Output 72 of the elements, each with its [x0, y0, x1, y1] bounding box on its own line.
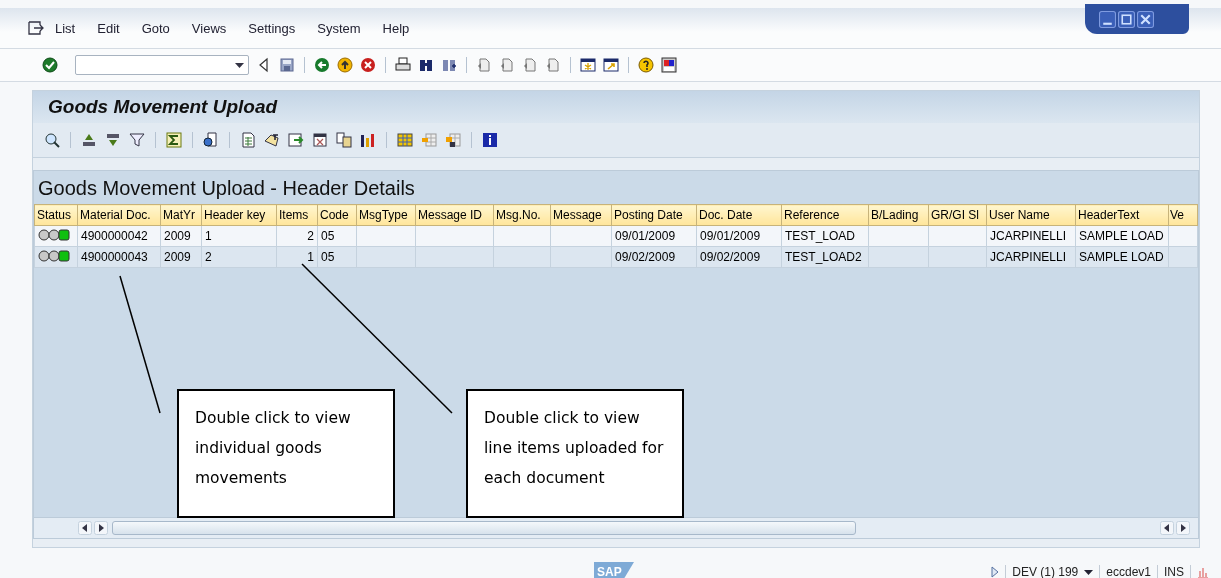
column-header[interactable]: Material Doc. [77, 204, 161, 226]
dropdown-icon[interactable] [235, 62, 244, 68]
menu-item[interactable]: Edit [86, 20, 131, 36]
command-field[interactable] [75, 55, 249, 75]
shortcut-icon[interactable] [603, 57, 619, 73]
column-header[interactable]: Msg.No. [493, 204, 551, 226]
server-name: eccdev1 [1106, 565, 1151, 578]
new-window-icon[interactable] [580, 57, 596, 73]
sum-icon[interactable] [166, 132, 182, 148]
column-header[interactable]: Message [550, 204, 612, 226]
bar-chart-icon[interactable] [360, 132, 376, 148]
column-header[interactable]: MatYr [160, 204, 202, 226]
checkmark-icon[interactable] [42, 57, 58, 73]
page-arrow-icon[interactable] [476, 57, 492, 73]
page-arrow-icon[interactable] [522, 57, 538, 73]
column-header[interactable]: Doc. Date [696, 204, 782, 226]
maximize-button[interactable] [1118, 10, 1135, 28]
column-header[interactable]: Posting Date [611, 204, 697, 226]
stacked-pages-icon[interactable] [336, 132, 352, 148]
menu-item[interactable]: Views [180, 20, 238, 36]
layout-save-icon[interactable] [445, 132, 461, 148]
scroll-left-button[interactable] [78, 521, 92, 535]
grid-title: Goods Movement Upload - Header Details [37, 176, 416, 201]
scrollbar-thumb[interactable] [112, 521, 856, 535]
column-header[interactable]: Message ID [415, 204, 494, 226]
menu-item[interactable]: List [44, 20, 87, 36]
cancel-icon[interactable] [360, 57, 376, 73]
column-header[interactable]: User Name [986, 204, 1076, 226]
page-arrow-icon[interactable] [499, 57, 515, 73]
callout: Double click to view line items uploaded for each document [466, 389, 684, 518]
callout: Double click to view individual goods movements [177, 389, 395, 518]
hand-document-icon[interactable] [264, 132, 280, 148]
column-header[interactable]: B/Lading [868, 204, 929, 226]
column-header[interactable]: Reference [781, 204, 869, 226]
info-icon[interactable] [482, 132, 498, 148]
help-icon[interactable] [638, 57, 654, 73]
printer-icon[interactable] [395, 57, 411, 73]
column-header[interactable]: Header key [201, 204, 277, 226]
scroll-right-button[interactable] [94, 521, 108, 535]
document-icon[interactable] [203, 132, 219, 148]
page-arrow-icon[interactable] [545, 57, 561, 73]
scroll-left-button[interactable] [1160, 521, 1174, 535]
dropdown-icon[interactable] [1084, 569, 1094, 575]
sort-descending-icon[interactable] [105, 132, 121, 148]
play-icon[interactable] [991, 566, 1000, 578]
logo: SAP [594, 562, 634, 578]
column-header[interactable]: Status [34, 204, 78, 226]
scroll-right-button[interactable] [1176, 521, 1190, 535]
input-mode: INS [1164, 565, 1184, 578]
menu-item[interactable]: Help [371, 20, 421, 36]
system-info[interactable]: DEV (1) 199 [1012, 565, 1079, 578]
menu-item[interactable]: Goto [130, 20, 181, 36]
spreadsheet-icon[interactable] [240, 132, 256, 148]
menu-item[interactable]: System [306, 20, 372, 36]
column-header[interactable]: Items [276, 204, 318, 226]
sort-ascending-icon[interactable] [81, 132, 97, 148]
close-button[interactable] [1137, 10, 1154, 28]
export-icon[interactable] [288, 132, 304, 148]
column-header[interactable]: Code [317, 204, 357, 226]
menu-icon[interactable] [28, 21, 44, 35]
column-header[interactable]: Ve [1168, 204, 1198, 226]
print-preview-icon[interactable] [312, 132, 328, 148]
menu-item[interactable]: Settings [237, 20, 307, 36]
filter-icon[interactable] [129, 132, 145, 148]
minimize-button[interactable] [1099, 10, 1116, 28]
column-header[interactable]: GR/GI Sl [928, 204, 987, 226]
magnifier-icon[interactable] [44, 132, 60, 148]
column-header[interactable]: MsgType [356, 204, 416, 226]
grid-icon[interactable] [397, 132, 413, 148]
panel-title: Goods Movement Upload [33, 91, 1199, 123]
monitor-icon[interactable] [661, 57, 677, 73]
column-header[interactable]: HeaderText [1075, 204, 1169, 226]
